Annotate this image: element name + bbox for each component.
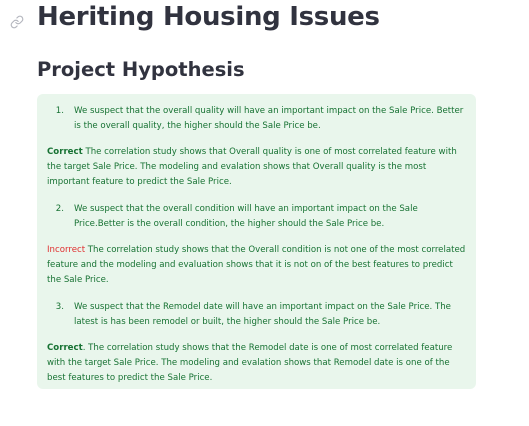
hypothesis-text: We suspect that the overall condition wi… — [74, 204, 418, 229]
link-icon[interactable] — [10, 14, 24, 29]
verdict-paragraph-3: Correct. The correlation study shows tha… — [47, 341, 466, 386]
hypothesis-text: We suspect that the Remodel date will ha… — [74, 302, 451, 327]
verdict-label-incorrect: Incorrect — [47, 245, 86, 255]
verdict-text: . The correlation study shows that the R… — [47, 343, 453, 383]
hypothesis-item-2: 2. We suspect that the overall condition… — [47, 202, 466, 232]
hypothesis-item-3: 3. We suspect that the Remodel date will… — [47, 300, 466, 330]
section-title: Project Hypothesis — [37, 58, 245, 81]
page-title: Heriting Housing Issues — [37, 2, 380, 32]
verdict-label-correct: Correct — [47, 147, 83, 157]
hypothesis-text: We suspect that the overall quality will… — [74, 106, 464, 131]
verdict-label-correct: Correct — [47, 343, 83, 353]
hypothesis-item-1: 1. We suspect that the overall quality w… — [47, 104, 466, 134]
verdict-text: The correlation study shows that the Ove… — [47, 245, 466, 285]
hypothesis-number: 2. — [55, 204, 64, 214]
verdict-paragraph-2: Incorrect The correlation study shows th… — [47, 243, 466, 288]
hypothesis-callout: 1. We suspect that the overall quality w… — [37, 94, 476, 389]
verdict-text: The correlation study shows that Overall… — [47, 147, 457, 187]
hypothesis-number: 3. — [55, 302, 64, 312]
hypothesis-number: 1. — [55, 106, 64, 116]
verdict-paragraph-1: Correct The correlation study shows that… — [47, 145, 466, 190]
